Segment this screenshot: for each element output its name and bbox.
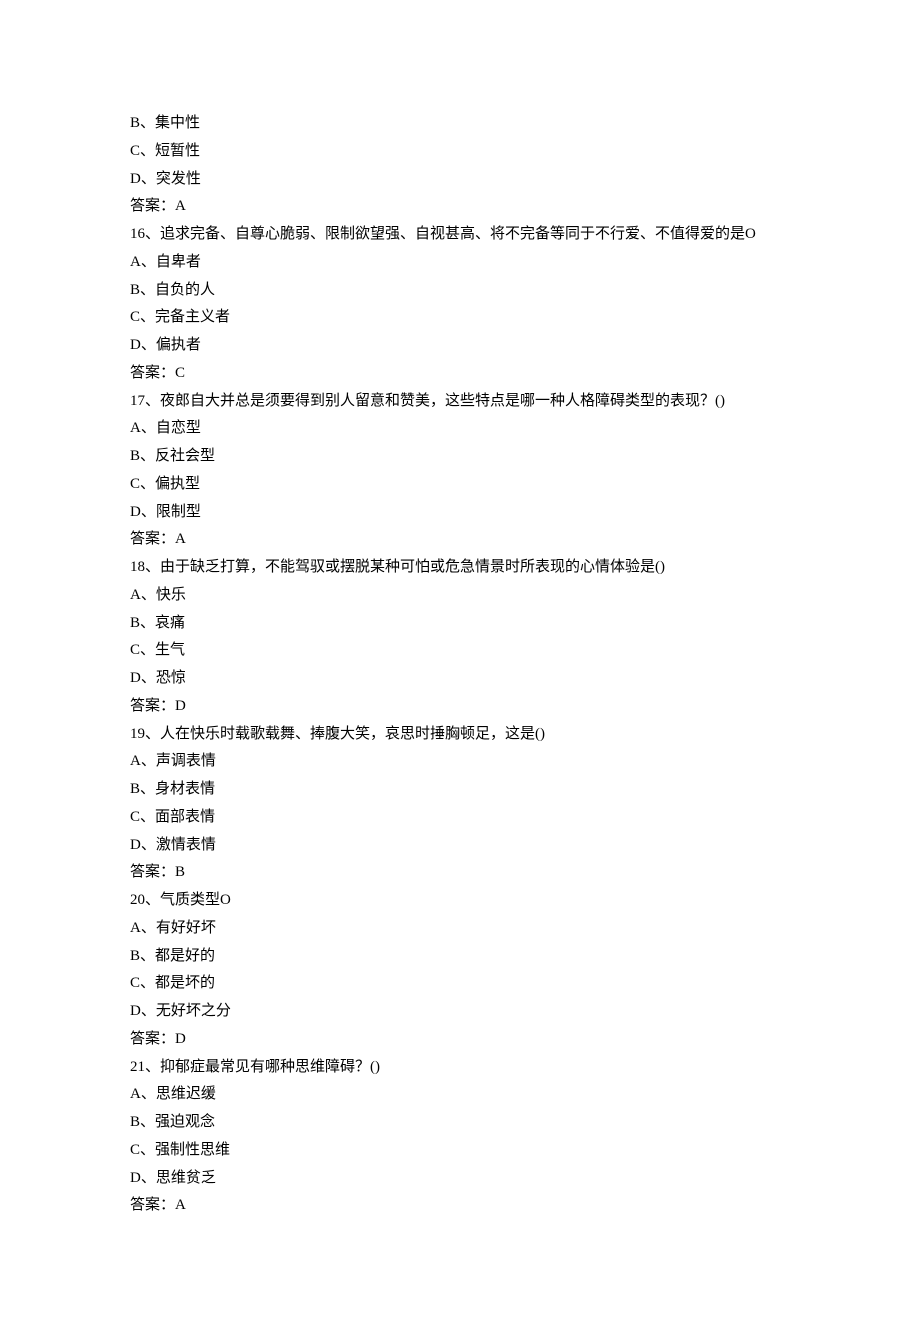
option-line: D、激情表情 [130,832,795,860]
option-line: C、完备主义者 [130,304,795,332]
question-line: 20、气质类型O [130,887,795,915]
answer-line: 答案：D [130,693,795,721]
option-line: D、思维贫乏 [130,1165,795,1193]
answer-line: 答案：A [130,1192,795,1220]
option-line: D、无好坏之分 [130,998,795,1026]
answer-line: 答案：C [130,360,795,388]
option-line: C、短暂性 [130,138,795,166]
option-line: B、都是好的 [130,943,795,971]
option-line: D、偏执者 [130,332,795,360]
option-line: B、哀痛 [130,610,795,638]
answer-line: 答案：A [130,526,795,554]
question-line: 21、抑郁症最常见有哪种思维障碍？() [130,1054,795,1082]
option-line: C、面部表情 [130,804,795,832]
question-line: 17、夜郎自大并总是须要得到别人留意和赞美，这些特点是哪一种人格障碍类型的表现？… [130,388,795,416]
option-line: D、突发性 [130,166,795,194]
question-line: 18、由于缺乏打算，不能驾驭或摆脱某种可怕或危急情景时所表现的心情体验是() [130,554,795,582]
option-line: C、偏执型 [130,471,795,499]
option-line: A、声调表情 [130,748,795,776]
option-line: C、生气 [130,637,795,665]
option-line: A、有好好坏 [130,915,795,943]
option-line: A、思维迟缓 [130,1081,795,1109]
answer-line: 答案：D [130,1026,795,1054]
option-line: A、自卑者 [130,249,795,277]
option-line: C、都是坏的 [130,970,795,998]
option-line: B、强迫观念 [130,1109,795,1137]
option-line: A、自恋型 [130,415,795,443]
question-line: 16、追求完备、自尊心脆弱、限制欲望强、自视甚高、将不完备等同于不行爱、不值得爱… [130,221,795,249]
document-page: B、集中性 C、短暂性 D、突发性 答案：A 16、追求完备、自尊心脆弱、限制欲… [0,0,920,1320]
option-line: B、集中性 [130,110,795,138]
question-line: 19、人在快乐时载歌载舞、捧腹大笑，哀思时捶胸顿足，这是() [130,721,795,749]
answer-line: 答案：A [130,193,795,221]
option-line: B、反社会型 [130,443,795,471]
answer-line: 答案：B [130,859,795,887]
option-line: B、身材表情 [130,776,795,804]
option-line: B、自负的人 [130,277,795,305]
option-line: D、恐惊 [130,665,795,693]
option-line: A、快乐 [130,582,795,610]
option-line: D、限制型 [130,499,795,527]
option-line: C、强制性思维 [130,1137,795,1165]
